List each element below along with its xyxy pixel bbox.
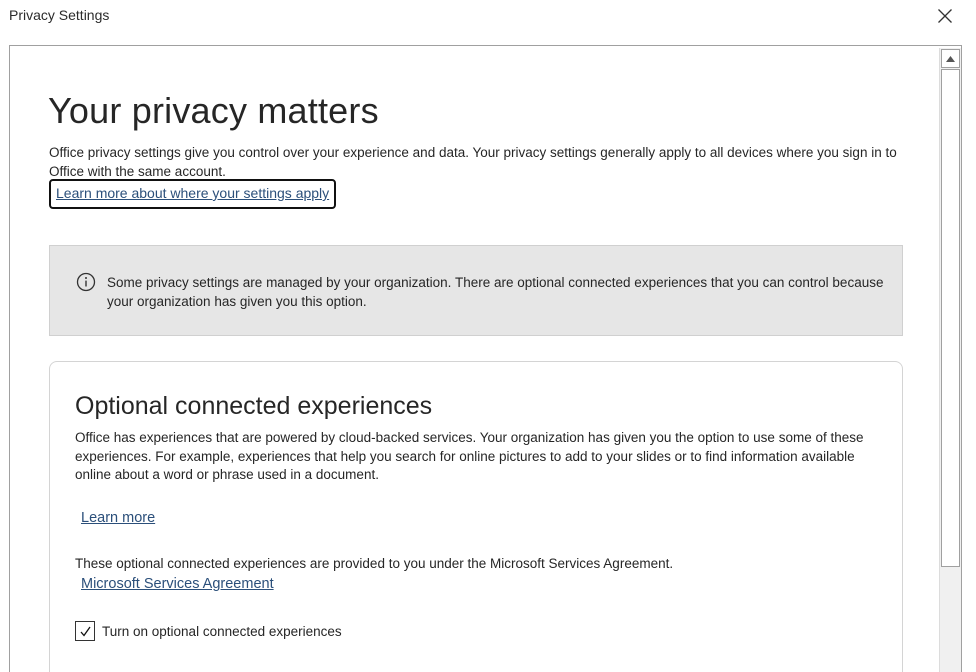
banner-text: Some privacy settings are managed by you… <box>107 275 884 309</box>
vertical-scrollbar[interactable] <box>939 48 961 672</box>
page-title: Your privacy matters <box>48 90 379 131</box>
close-button[interactable] <box>926 2 964 30</box>
learn-where-settings-apply-link[interactable]: Learn more about where your settings app… <box>49 179 337 209</box>
services-agreement-link[interactable]: Microsoft Services Agreement <box>81 576 274 592</box>
chevron-up-icon <box>946 55 955 62</box>
optional-connected-experiences-card: Optional connected experiences Office ha… <box>49 361 903 672</box>
title-bar: Privacy Settings <box>0 0 976 34</box>
scroll-up-button[interactable] <box>941 49 960 68</box>
learn-more-link[interactable]: Learn more <box>81 510 155 526</box>
managed-settings-banner: Some privacy settings are managed by you… <box>49 245 903 336</box>
agreement-text: These optional connected experiences are… <box>75 556 674 571</box>
close-icon <box>938 9 952 23</box>
optional-experiences-toggle[interactable]: Turn on optional connected experiences <box>75 621 342 641</box>
checkmark-icon <box>80 626 91 637</box>
intro-text: Office privacy settings give you control… <box>49 145 897 179</box>
card-description: Office has experiences that are powered … <box>75 430 864 483</box>
checkbox-label: Turn on optional connected experiences <box>102 623 342 639</box>
card-title: Optional connected experiences <box>75 392 433 420</box>
optional-experiences-checkbox[interactable] <box>75 621 95 641</box>
info-icon <box>76 272 96 292</box>
window-title: Privacy Settings <box>9 7 110 23</box>
scroll-thumb[interactable] <box>941 69 960 567</box>
